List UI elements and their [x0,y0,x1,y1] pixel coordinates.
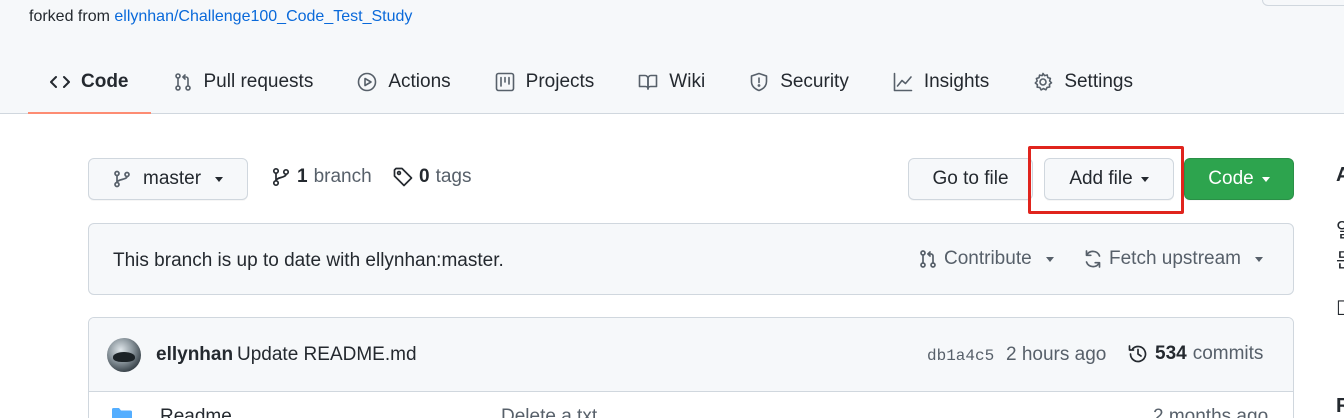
fetch-upstream-label: Fetch upstream [1109,248,1241,269]
tag-icon [393,167,413,187]
tab-label: Actions [388,71,451,92]
branch-name: master [143,168,202,189]
branch-count: 1 [297,166,308,187]
file-name[interactable]: Readme [160,406,232,418]
sidebar-releases-heading: R [1336,395,1344,417]
history-icon [1128,345,1147,363]
tab-projects[interactable]: Projects [473,52,617,112]
fork-prefix: forked from [29,8,110,25]
branch-select-button[interactable]: master [88,158,248,200]
tab-security[interactable]: Security [727,52,871,112]
commit-count: 534 [1155,343,1187,364]
gear-icon [1034,72,1053,91]
sidebar-description: 문 [1336,244,1344,273]
sidebar-description: 일 [1336,214,1344,243]
commit-sha[interactable]: db1a4c5 [927,347,994,365]
shield-icon [750,72,768,92]
sidebar-readme-link[interactable]: ☐ [1336,296,1344,321]
commit-count-label: commits [1192,343,1264,364]
commit-message[interactable]: Update README.md [237,344,417,366]
branch-label: branch [313,166,372,187]
chevron-down-icon [1045,256,1054,262]
tab-settings[interactable]: Settings [1011,52,1155,112]
go-to-file-label: Go to file [932,168,1009,189]
tab-actions[interactable]: Actions [335,52,472,112]
pull-request-icon [174,73,191,91]
go-to-file-button[interactable]: Go to file [908,158,1033,200]
contribute-button[interactable]: Contribute [918,248,1054,270]
add-file-button[interactable]: Add file [1044,158,1174,200]
commit-author[interactable]: ellynhan [156,344,233,366]
chevron-down-icon [1140,176,1149,182]
file-last-commit[interactable]: Delete a.txt [501,406,597,418]
code-button[interactable]: Code [1184,158,1294,200]
tab-label: Security [780,71,849,92]
tab-label: Projects [525,71,595,92]
header-action-button[interactable] [1262,0,1344,6]
tab-label: Pull requests [203,71,314,92]
tab-insights[interactable]: Insights [871,52,1011,112]
tab-wiki[interactable]: Wiki [616,52,727,112]
tab-label: Insights [923,71,990,92]
tab-label: Code [81,71,129,92]
book-icon [638,74,658,90]
tag-count: 0 [419,166,430,187]
git-branch-icon [114,170,130,188]
sync-icon [1085,250,1101,268]
contribute-label: Contribute [944,248,1032,269]
repo-tabs: Code Pull requests Actions Projects Wiki… [28,52,1155,114]
file-age: 2 months ago [1153,406,1269,418]
folder-icon [112,408,132,418]
pull-request-icon [920,250,936,268]
play-icon [358,72,377,92]
fetch-upstream-button[interactable]: Fetch upstream [1083,248,1263,270]
add-file-label: Add file [1069,168,1133,189]
branch-status-box: This branch is up to date with ellynhan:… [88,223,1294,295]
avatar[interactable] [107,338,141,372]
code-icon [50,76,70,88]
file-browser: ellynhan Update README.md db1a4c5 2 hour… [88,317,1294,418]
latest-commit-bar: ellynhan Update README.md db1a4c5 2 hour… [89,318,1293,392]
tab-label: Wiki [669,71,706,92]
code-button-label: Code [1208,168,1254,189]
chevron-down-icon [215,176,224,182]
chevron-down-icon [1255,256,1263,262]
project-icon [495,72,514,92]
branches-link[interactable]: 1 branch [271,166,372,188]
tag-label: tags [435,166,472,187]
tab-code[interactable]: Code [28,52,151,114]
chevron-down-icon [1261,176,1270,182]
file-row: Readme Delete a.txt 2 months ago [89,392,1293,418]
commit-history-link[interactable]: 534 commits [1127,343,1263,365]
tab-label: Settings [1064,71,1133,92]
git-branch-icon [272,167,290,187]
tags-link[interactable]: 0 tags [393,166,472,188]
fork-source-link[interactable]: ellynhan/Challenge100_Code_Test_Study [114,8,412,25]
sidebar-about-heading: A [1336,164,1344,186]
graph-icon [893,72,913,92]
branch-status-message: This branch is up to date with ellynhan:… [113,250,504,271]
commit-time: 2 hours ago [1006,344,1107,365]
fork-info: forked from ellynhan/Challenge100_Code_T… [29,8,412,26]
tab-pull-requests[interactable]: Pull requests [151,52,336,112]
repo-header: forked from ellynhan/Challenge100_Code_T… [0,0,1344,114]
